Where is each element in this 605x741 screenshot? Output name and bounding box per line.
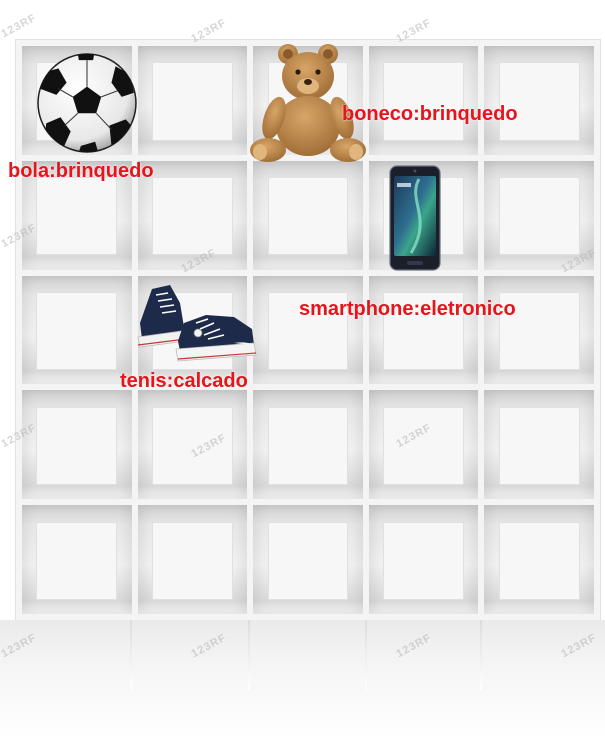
shelf-cubby (137, 160, 248, 270)
floor-reflection (0, 620, 605, 741)
shelf-cubby (253, 160, 363, 270)
shelf-cubby (22, 390, 132, 500)
label-smartphone: smartphone:eletronico (299, 298, 516, 320)
shelf-cubby (137, 390, 248, 500)
shelf-cubby (368, 46, 479, 155)
label-sneakers: tenis:calcado (120, 370, 248, 392)
sneakers-icon (137, 285, 257, 362)
shelf-cubby (253, 390, 363, 500)
shelf-cubby (484, 160, 594, 270)
shelf-cubby (253, 505, 363, 614)
watermark: 123RF (0, 11, 39, 41)
shelf-cubby (137, 46, 248, 155)
shelf-cubby (484, 390, 594, 500)
smartphone-icon (389, 165, 441, 271)
shelf-cubby (22, 505, 132, 614)
label-teddy: boneco:brinquedo (342, 103, 518, 125)
shelf-cubby (368, 390, 479, 500)
reflection-line (248, 620, 250, 690)
soccer-ball-icon (37, 53, 137, 153)
shelf-cubby (484, 505, 594, 614)
shelf-cubby (253, 275, 363, 385)
reflection-line (130, 620, 132, 690)
reflection-line (365, 620, 367, 690)
shelf-cubby (368, 505, 479, 614)
label-ball: bola:brinquedo (8, 160, 154, 182)
shelf-cubby (137, 505, 248, 614)
shelf-cubby (368, 275, 479, 385)
reflection-line (480, 620, 482, 690)
shelf-scene: 123RF 123RF 123RF 123RF 123RF 123RF 123R… (0, 0, 605, 741)
shelf-cubby (22, 275, 132, 385)
shelf-cubby (484, 46, 594, 155)
shelf-cubby (484, 275, 594, 385)
